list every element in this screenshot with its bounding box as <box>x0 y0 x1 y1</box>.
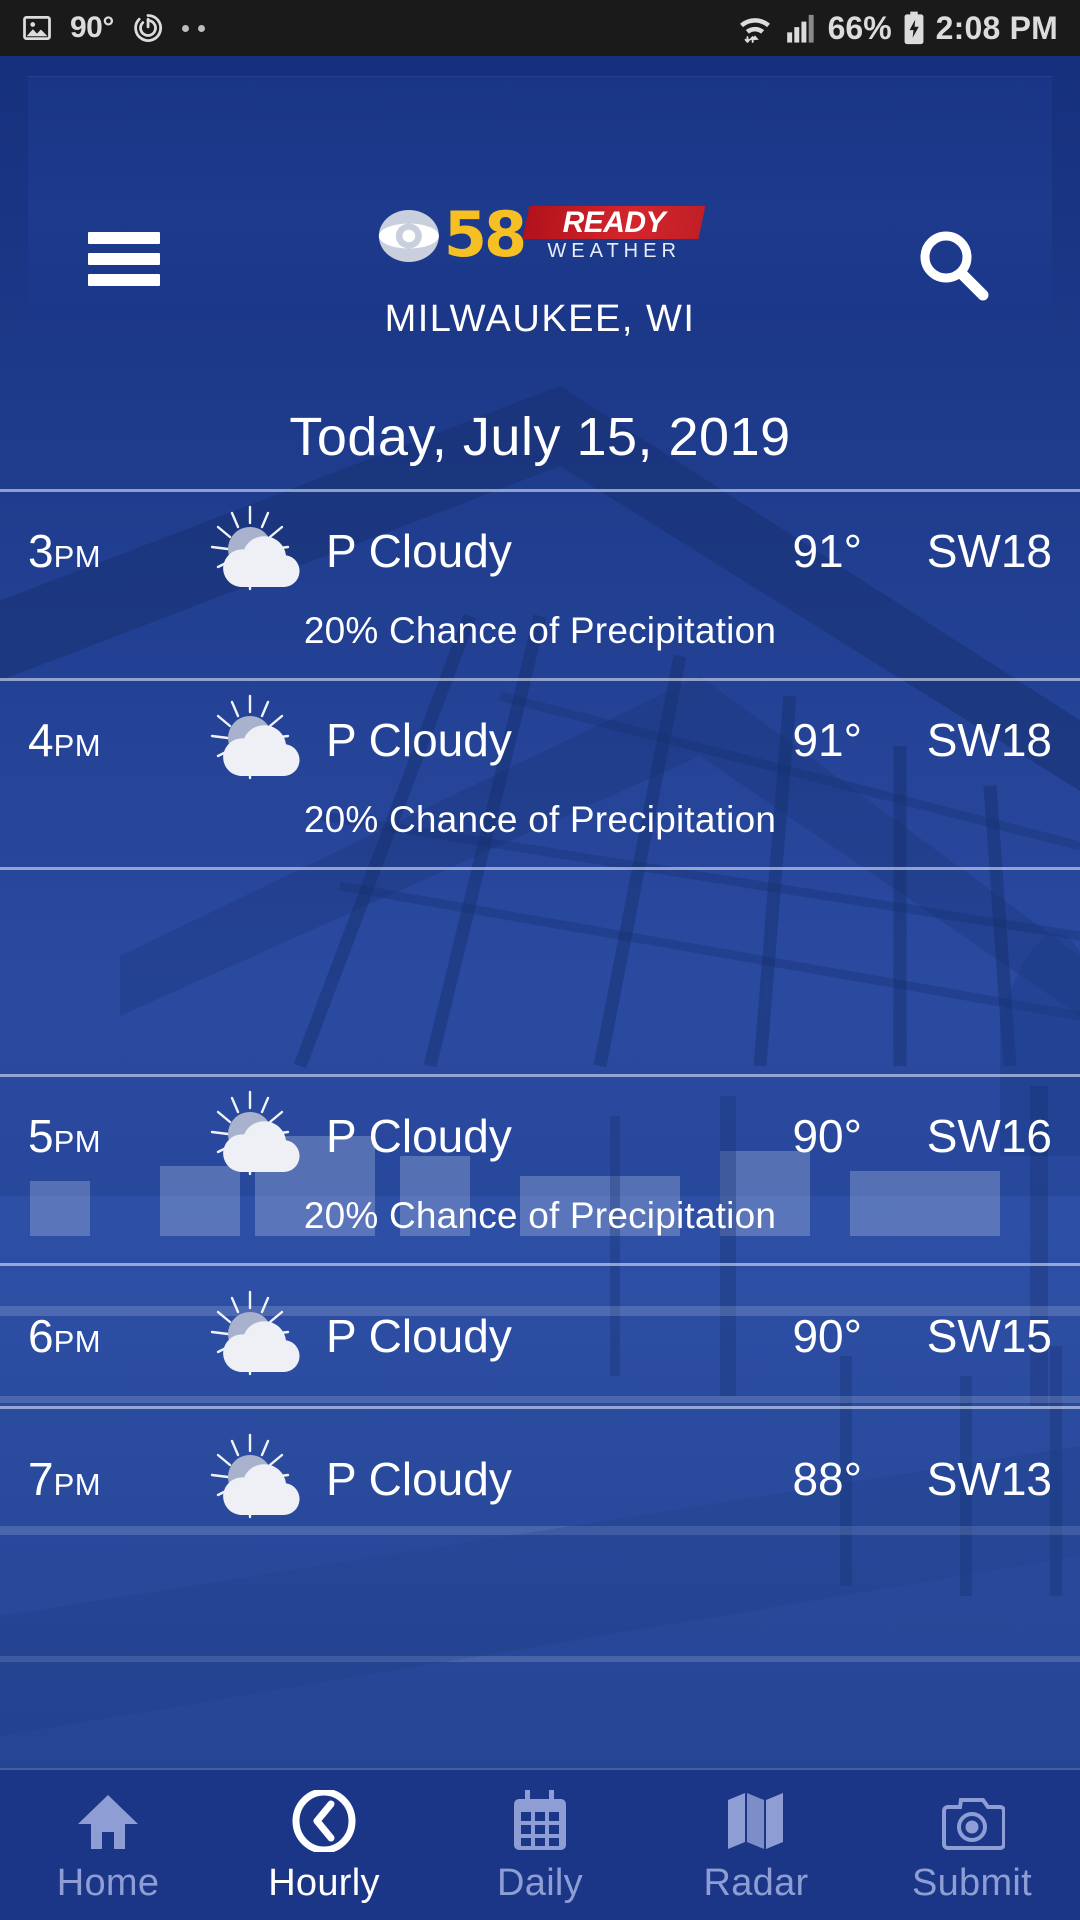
forecast-row-main: 3PM P Cloudy 91° SW18 <box>0 492 1080 610</box>
screen-record-icon <box>132 12 164 44</box>
forecast-time: 5PM <box>28 1110 102 1162</box>
cbs-eye-icon <box>378 209 440 268</box>
forecast-precipitation: 20% Chance of Precipitation <box>303 799 777 840</box>
forecast-temperature: 90° <box>792 1310 862 1362</box>
ready-text: READY <box>562 206 666 239</box>
forecast-temperature: 90° <box>792 1110 862 1162</box>
clock-icon <box>291 1786 357 1852</box>
search-icon[interactable] <box>912 224 994 306</box>
nav-item-home[interactable]: Home <box>0 1770 216 1920</box>
page-title: Today, July 15, 2019 <box>289 407 791 467</box>
nav-label-hourly: Hourly <box>268 1861 380 1904</box>
table-row[interactable]: 6PM P Cloudy 90° SW15 <box>0 1266 1080 1406</box>
camera-icon <box>939 1786 1005 1852</box>
nav-item-daily[interactable]: Daily <box>432 1770 648 1920</box>
partly-cloudy-icon <box>200 1431 312 1527</box>
nav-item-submit[interactable]: Submit <box>864 1770 1080 1920</box>
app-header: 58 READY WEATHER MILWAUKEE, WI <box>28 76 1052 340</box>
nav-item-hourly[interactable]: Hourly <box>216 1770 432 1920</box>
status-bar-right: 66% 2:08 PM <box>736 10 1058 47</box>
status-bar-left: 90° <box>22 11 205 45</box>
table-row[interactable]: 4PM P Cloudy 91° SW18 20% Chance of Prec… <box>0 681 1080 867</box>
home-icon <box>75 1786 141 1852</box>
table-row[interactable]: 7PM P Cloudy 88° SW13 <box>0 1409 1080 1549</box>
brand-logo: 58 READY WEATHER <box>378 198 706 271</box>
forecast-time: 6PM <box>28 1310 102 1362</box>
wifi-icon <box>736 12 774 44</box>
more-dots-icon <box>181 24 205 32</box>
forecast-condition: P Cloudy <box>326 1110 512 1162</box>
bottom-navigation: Home Hourly Daily Radar Submit <box>0 1768 1080 1920</box>
ready-weather-lockup: READY WEATHER <box>522 206 706 266</box>
forecast-temperature: 91° <box>792 714 862 766</box>
forecast-wind: SW18 <box>926 714 1052 766</box>
forecast-row-main: 4PM P Cloudy 91° SW18 <box>0 681 1080 799</box>
forecast-condition: P Cloudy <box>326 714 512 766</box>
table-row[interactable]: 5PM P Cloudy 90° SW16 20% Chance of Prec… <box>0 1077 1080 1263</box>
hamburger-menu-icon[interactable] <box>88 232 160 286</box>
forecast-row-main: 5PM P Cloudy 90° SW16 <box>0 1077 1080 1195</box>
forecast-time: 4PM <box>28 714 102 766</box>
forecast-row-main: 6PM P Cloudy 90° SW15 <box>0 1266 1080 1406</box>
location-label: MILWAUKEE, WI <box>384 298 696 340</box>
hourly-forecast-list[interactable]: 3PM P Cloudy 91° SW18 20% Chance of Prec… <box>0 489 1080 1549</box>
calendar-icon <box>509 1786 571 1852</box>
battery-charging-icon <box>902 11 926 45</box>
partly-cloudy-icon <box>200 1088 312 1184</box>
ad-placeholder-row <box>0 870 1080 1074</box>
forecast-time: 3PM <box>28 525 102 577</box>
nav-item-radar[interactable]: Radar <box>648 1770 864 1920</box>
date-header: Today, July 15, 2019 <box>0 382 1080 492</box>
partly-cloudy-icon <box>200 692 312 788</box>
status-bar: 90° 66% 2:08 PM <box>0 0 1080 56</box>
channel-number: 58 <box>443 198 527 271</box>
nav-label-daily: Daily <box>497 1861 583 1904</box>
nav-label-submit: Submit <box>911 1861 1033 1904</box>
forecast-wind: SW15 <box>926 1310 1052 1362</box>
forecast-precipitation: 20% Chance of Precipitation <box>303 1195 777 1236</box>
nav-label-home: Home <box>56 1861 160 1904</box>
forecast-precipitation: 20% Chance of Precipitation <box>303 610 777 651</box>
forecast-time: 7PM <box>28 1453 102 1505</box>
forecast-temperature: 88° <box>792 1453 862 1505</box>
map-icon <box>725 1786 787 1852</box>
table-row[interactable]: 3PM P Cloudy 91° SW18 20% Chance of Prec… <box>0 492 1080 678</box>
forecast-row-main: 7PM P Cloudy 88° SW13 <box>0 1409 1080 1549</box>
weather-text: WEATHER <box>547 240 681 262</box>
forecast-wind: SW16 <box>926 1110 1052 1162</box>
nav-label-radar: Radar <box>703 1861 809 1904</box>
cell-signal-icon <box>784 12 818 44</box>
forecast-condition: P Cloudy <box>326 1310 512 1362</box>
forecast-temperature: 91° <box>792 525 862 577</box>
forecast-wind: SW18 <box>926 525 1052 577</box>
status-temperature: 90° <box>70 11 114 44</box>
partly-cloudy-icon <box>200 1288 312 1384</box>
forecast-condition: P Cloudy <box>326 1453 512 1505</box>
status-clock: 2:08 PM <box>935 9 1058 46</box>
battery-percent: 66% <box>827 9 892 46</box>
forecast-wind: SW13 <box>926 1453 1052 1505</box>
photo-icon <box>22 13 52 43</box>
forecast-condition: P Cloudy <box>326 525 512 577</box>
ready-banner: READY <box>522 206 706 239</box>
partly-cloudy-icon <box>200 503 312 599</box>
